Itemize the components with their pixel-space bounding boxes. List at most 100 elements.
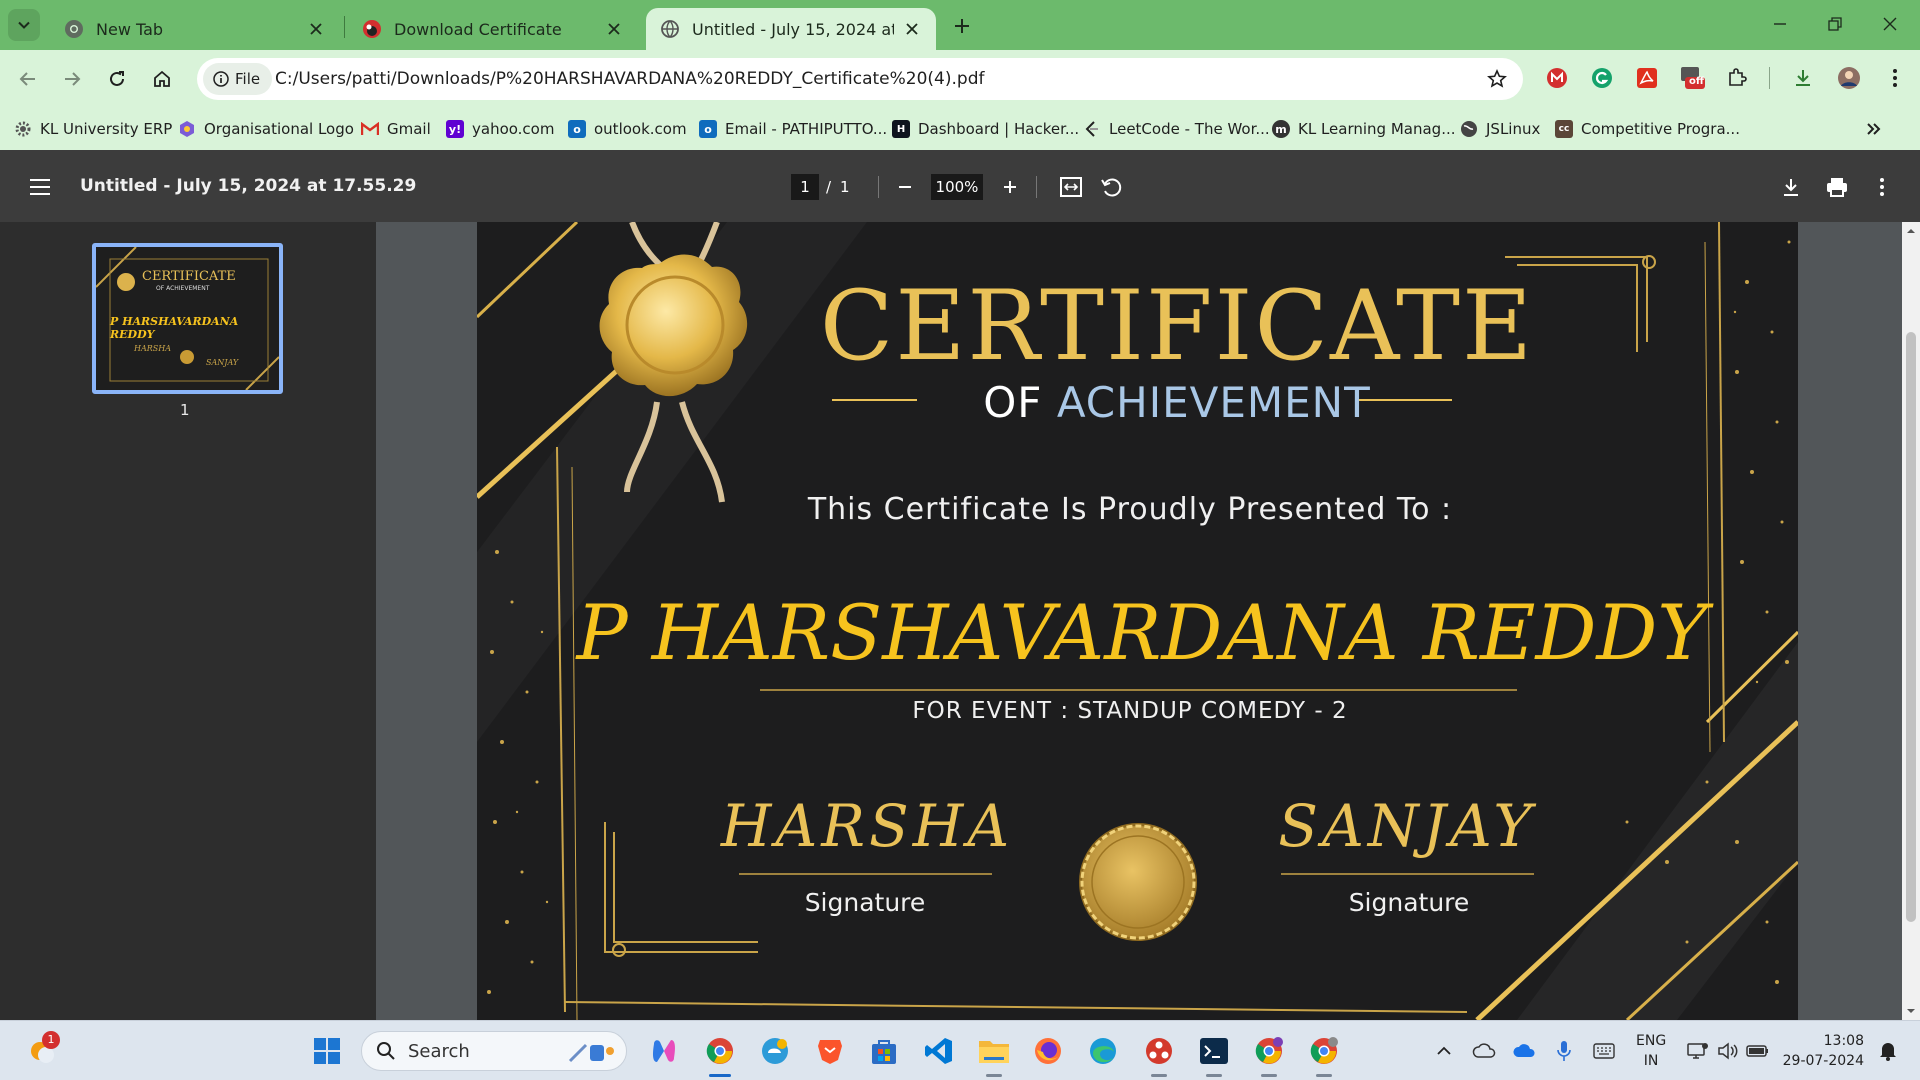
bookmark-gmail[interactable]: Gmail: [361, 117, 431, 141]
url-text[interactable]: C:/Users/patti/Downloads/P%20HARSHAVARDA…: [275, 58, 984, 100]
tab-search-button[interactable]: [8, 9, 40, 41]
pdf-more-options-button[interactable]: [1867, 172, 1897, 202]
arrow-right-icon: [65, 72, 81, 86]
volume-icon: [1718, 1042, 1738, 1060]
zoom-level-input[interactable]: 100%: [931, 174, 983, 200]
taskbar-store[interactable]: [866, 1033, 902, 1069]
subtitle-achievement: ACHIEVEMENT: [1056, 378, 1371, 427]
avatar-icon: [1838, 67, 1860, 89]
input-language-indicator[interactable]: ENG IN: [1636, 1031, 1666, 1071]
tray-notifications[interactable]: [1876, 1039, 1900, 1063]
bookmark-kl-learning[interactable]: m KL Learning Manag...: [1272, 117, 1456, 141]
fit-to-page-button[interactable]: [1056, 172, 1086, 202]
taskbar-chrome-profile-2[interactable]: [1306, 1033, 1342, 1077]
new-tab-button[interactable]: [948, 12, 976, 40]
page-number-input[interactable]: 1: [791, 174, 819, 200]
close-window-button[interactable]: [1870, 8, 1910, 40]
page-separator: /: [826, 178, 832, 196]
extension-m-button[interactable]: [1544, 65, 1570, 91]
taskbar-chrome[interactable]: [702, 1033, 738, 1077]
show-hidden-icons-button[interactable]: [1432, 1039, 1456, 1063]
bookmark-yahoo[interactable]: y! yahoo.com: [446, 117, 554, 141]
tray-keyboard[interactable]: [1592, 1039, 1616, 1063]
close-icon: [1883, 17, 1897, 31]
tray-battery[interactable]: [1746, 1039, 1770, 1063]
puzzle-icon: [1729, 68, 1747, 86]
taskbar-firefox[interactable]: [1030, 1033, 1066, 1069]
tray-volume[interactable]: [1716, 1039, 1740, 1063]
taskbar-vscode[interactable]: [921, 1033, 957, 1069]
bookmark-organisational-logo[interactable]: Organisational Logo: [178, 117, 354, 141]
taskbar-clock[interactable]: 13:08 29-07-2024: [1780, 1031, 1864, 1071]
scroll-up-icon: [1907, 229, 1915, 233]
logo-icon: [178, 120, 196, 138]
taskbar-app-red[interactable]: [1141, 1033, 1177, 1077]
hamburger-menu-icon: [30, 179, 50, 195]
tab-title: Untitled - July 15, 2024 at 17.55: [692, 19, 894, 39]
edge-icon: [762, 1038, 788, 1064]
page-total: 1: [840, 178, 850, 196]
taskbar-copilot[interactable]: [646, 1033, 682, 1069]
taskbar-chrome-profile-1[interactable]: [1251, 1033, 1287, 1077]
tray-onedrive[interactable]: [1512, 1039, 1536, 1063]
start-button[interactable]: [309, 1033, 345, 1069]
tab-download-certificate[interactable]: Download Certificate: [348, 8, 638, 50]
bookmark-leetcode[interactable]: LeetCode - The Wor...: [1083, 117, 1270, 141]
taskbar-edge-beta[interactable]: [757, 1033, 793, 1069]
close-icon[interactable]: [604, 19, 624, 39]
extension-grammarly-button[interactable]: [1589, 65, 1615, 91]
minimize-button[interactable]: [1760, 8, 1800, 40]
back-button[interactable]: [12, 63, 44, 95]
taskbar-search[interactable]: Search: [361, 1031, 627, 1071]
bookmark-hackerrank[interactable]: H Dashboard | Hacker...: [892, 117, 1079, 141]
vertical-scrollbar[interactable]: [1902, 222, 1920, 1020]
network-icon: [1687, 1043, 1708, 1059]
bookmark-email-pathiputto[interactable]: o Email - PATHIPUTTO...: [699, 117, 887, 141]
taskbar-file-explorer[interactable]: [976, 1033, 1012, 1077]
tray-network[interactable]: [1686, 1039, 1710, 1063]
tab-new-tab[interactable]: New Tab: [50, 8, 340, 50]
taskbar-brave[interactable]: [812, 1033, 848, 1069]
chrome-icon: [1255, 1037, 1283, 1064]
site-info-chip[interactable]: File: [203, 63, 273, 95]
taskbar-edge[interactable]: [1085, 1033, 1121, 1069]
bookmarks-overflow-button[interactable]: [1866, 117, 1882, 141]
tray-microphone[interactable]: [1552, 1039, 1576, 1063]
bookmark-jslinux[interactable]: JSLinux: [1460, 117, 1540, 141]
download-pdf-button[interactable]: [1776, 172, 1806, 202]
bookmark-star-button[interactable]: [1487, 69, 1507, 89]
extension-acrobat-button[interactable]: [1634, 65, 1660, 91]
print-button[interactable]: [1822, 172, 1852, 202]
forward-button[interactable]: [56, 63, 88, 95]
rotate-button[interactable]: [1096, 172, 1126, 202]
zoom-in-button[interactable]: [995, 172, 1025, 202]
subtitle-of: OF: [983, 378, 1057, 427]
extensions-button[interactable]: [1724, 65, 1750, 91]
reload-button[interactable]: [101, 63, 133, 95]
sidebar-toggle-button[interactable]: [25, 172, 55, 202]
vscode-icon: [925, 1038, 952, 1064]
widgets-button[interactable]: 1: [24, 1031, 60, 1069]
restore-button[interactable]: [1815, 8, 1855, 40]
close-icon[interactable]: [902, 19, 922, 39]
downloads-button[interactable]: [1790, 65, 1816, 91]
profile-button[interactable]: [1836, 65, 1862, 91]
grammarly-icon: [1592, 68, 1612, 88]
running-indicator: [1151, 1074, 1167, 1077]
taskbar-terminal[interactable]: [1196, 1033, 1232, 1077]
extension-off-button[interactable]: off: [1679, 65, 1705, 91]
bookmark-outlook[interactable]: o outlook.com: [568, 117, 687, 141]
page-thumbnail[interactable]: SANJAY HARSHA CERTIFICATE OF ACHIEVEMENT…: [92, 243, 283, 394]
address-bar[interactable]: File C:/Users/patti/Downloads/P%20HARSHA…: [197, 58, 1523, 100]
zoom-out-button[interactable]: [890, 172, 920, 202]
home-button[interactable]: [146, 63, 178, 95]
close-icon[interactable]: [306, 19, 326, 39]
edge-icon: [1090, 1038, 1116, 1064]
menu-button[interactable]: [1882, 65, 1908, 91]
scrollbar-thumb[interactable]: [1906, 332, 1916, 922]
tab-untitled-pdf[interactable]: Untitled - July 15, 2024 at 17.55: [646, 8, 936, 50]
fit-page-icon: [1060, 177, 1082, 197]
bookmark-kl-erp[interactable]: KL University ERP: [14, 117, 172, 141]
bookmark-competitive-programming[interactable]: cc Competitive Progra...: [1555, 117, 1740, 141]
tray-onedrive-personal[interactable]: [1472, 1039, 1496, 1063]
